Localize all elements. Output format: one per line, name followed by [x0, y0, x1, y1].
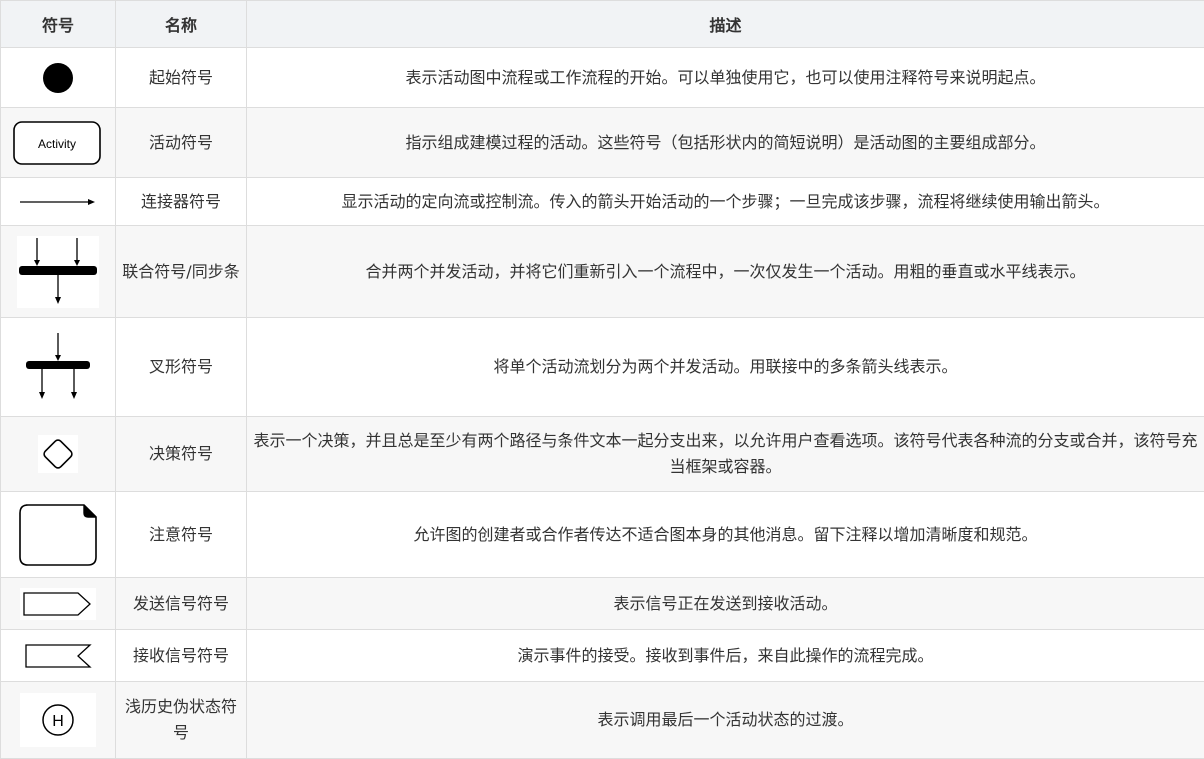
- symbol-description: 显示活动的定向流或控制流。传入的箭头开始活动的一个步骤；一旦完成该步骤，流程将继…: [246, 177, 1204, 226]
- decision-icon-box: [38, 435, 78, 473]
- send-signal-icon: [23, 591, 91, 616]
- symbol-name: 接收信号符号: [115, 629, 247, 682]
- symbol-name: 活动符号: [115, 107, 247, 178]
- symbol-cell: H: [0, 681, 116, 759]
- symbol-name: 注意符号: [115, 491, 247, 578]
- receive-signal-icon: [25, 643, 92, 668]
- symbol-cell: [0, 577, 116, 630]
- symbol-description: 演示事件的接受。接收到事件后，来自此操作的流程完成。: [246, 629, 1204, 682]
- table-row: 决策符号 表示一个决策，并且总是至少有两个路径与条件文本一起分支出来，以允许用户…: [0, 416, 1204, 492]
- symbol-name: 发送信号符号: [115, 577, 247, 630]
- symbol-name: 起始符号: [115, 47, 247, 108]
- symbol-cell: [0, 47, 116, 108]
- symbol-description: 表示活动图中流程或工作流程的开始。可以单独使用它，也可以使用注释符号来说明起点。: [246, 47, 1204, 108]
- symbol-description: 将单个活动流划分为两个并发活动。用联接中的多条箭头线表示。: [246, 317, 1204, 417]
- symbol-name: 连接器符号: [115, 177, 247, 226]
- activity-box-label: Activity: [38, 137, 76, 151]
- table-row: Activity 活动符号 指示组成建模过程的活动。这些符号（包括形状内的简短说…: [0, 107, 1204, 178]
- arrow-connector-icon: [20, 198, 95, 205]
- send-signal-icon-box: [20, 587, 96, 620]
- symbol-name: 叉形符号: [115, 317, 247, 417]
- symbol-cell: [0, 225, 116, 318]
- header-description: 描述: [246, 0, 1204, 48]
- symbol-description: 表示调用最后一个活动状态的过渡。: [246, 681, 1204, 759]
- symbol-description: 允许图的创建者或合作者传达不适合图本身的其他消息。留下注释以增加清晰度和规范。: [246, 491, 1204, 578]
- join-bar-icon: [19, 237, 97, 304]
- table-row: 叉形符号 将单个活动流划分为两个并发活动。用联接中的多条箭头线表示。: [0, 317, 1204, 417]
- table-header-row: 符号 名称 描述: [0, 0, 1204, 48]
- symbol-description: 指示组成建模过程的活动。这些符号（包括形状内的简短说明）是活动图的主要组成部分。: [246, 107, 1204, 178]
- header-name: 名称: [115, 0, 247, 48]
- shallow-history-icon: H: [42, 704, 74, 736]
- shallow-history-icon-box: H: [20, 693, 96, 747]
- symbol-cell: [0, 317, 116, 417]
- symbol-description: 表示信号正在发送到接收活动。: [246, 577, 1204, 630]
- activity-box-icon: Activity: [13, 120, 101, 165]
- symbol-cell: Activity: [0, 107, 116, 178]
- symbol-name: 决策符号: [115, 416, 247, 492]
- symbol-name: 浅历史伪状态符号: [115, 681, 247, 759]
- fork-bar-icon: [26, 333, 90, 399]
- start-circle-icon: [43, 62, 73, 93]
- join-icon-box: [17, 235, 99, 308]
- table-row: 发送信号符号 表示信号正在发送到接收活动。: [0, 577, 1204, 630]
- symbol-cell: [0, 491, 116, 578]
- symbol-cell: [0, 416, 116, 492]
- table-row: 联合符号/同步条 合并两个并发活动，并将它们重新引入一个流程中，一次仅发生一个活…: [0, 225, 1204, 318]
- note-icon: [19, 503, 97, 566]
- symbol-cell: [0, 177, 116, 226]
- history-label: H: [52, 713, 64, 730]
- decision-diamond-icon: [43, 439, 73, 469]
- table-row: H 浅历史伪状态符号 表示调用最后一个活动状态的过渡。: [0, 681, 1204, 759]
- table-row: 注意符号 允许图的创建者或合作者传达不适合图本身的其他消息。留下注释以增加清晰度…: [0, 491, 1204, 578]
- symbol-name: 联合符号/同步条: [115, 225, 247, 318]
- symbol-description: 合并两个并发活动，并将它们重新引入一个流程中，一次仅发生一个活动。用粗的垂直或水…: [246, 225, 1204, 318]
- symbol-table: 符号 名称 描述 起始符号 表示活动图中流程或工作流程的开始。可以单独使用它，也…: [0, 0, 1204, 759]
- symbol-description: 表示一个决策，并且总是至少有两个路径与条件文本一起分支出来，以允许用户查看选项。…: [246, 416, 1204, 492]
- table-row: 接收信号符号 演示事件的接受。接收到事件后，来自此操作的流程完成。: [0, 629, 1204, 682]
- symbol-cell: [0, 629, 116, 682]
- table-row: 连接器符号 显示活动的定向流或控制流。传入的箭头开始活动的一个步骤；一旦完成该步…: [0, 177, 1204, 226]
- table-row: 起始符号 表示活动图中流程或工作流程的开始。可以单独使用它，也可以使用注释符号来…: [0, 47, 1204, 108]
- header-symbol: 符号: [0, 0, 116, 48]
